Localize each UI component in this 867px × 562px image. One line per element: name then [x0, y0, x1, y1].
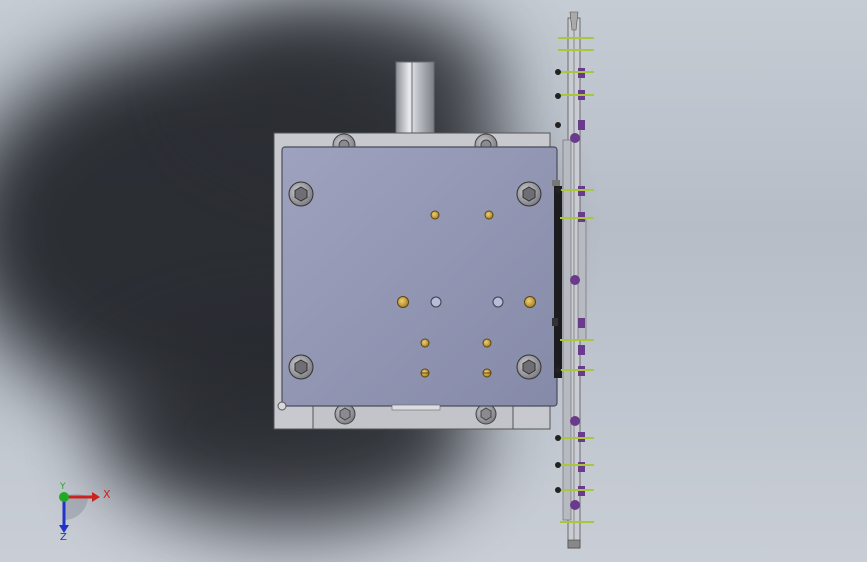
- z-axis-label: Z: [60, 532, 67, 543]
- plate-screw-bottom-left: [288, 354, 314, 380]
- plate-screw-bottom-right: [516, 354, 542, 380]
- plate-screw-top-left: [288, 181, 314, 207]
- y-axis-dot: [59, 492, 69, 502]
- frame-screw-bottom-right: [475, 403, 497, 425]
- y-axis-label: Y: [60, 482, 66, 492]
- slot: [391, 404, 441, 411]
- axis-triad[interactable]: [59, 492, 100, 533]
- dowel-hole: [277, 401, 287, 411]
- mounting-plate[interactable]: [281, 146, 558, 407]
- x-axis-label: X: [103, 488, 111, 501]
- frame-screw-bottom-left: [334, 403, 356, 425]
- cad-viewport[interactable]: X Y Z: [0, 0, 867, 562]
- model-graphics[interactable]: [0, 0, 867, 562]
- plate-screw-top-right: [516, 181, 542, 207]
